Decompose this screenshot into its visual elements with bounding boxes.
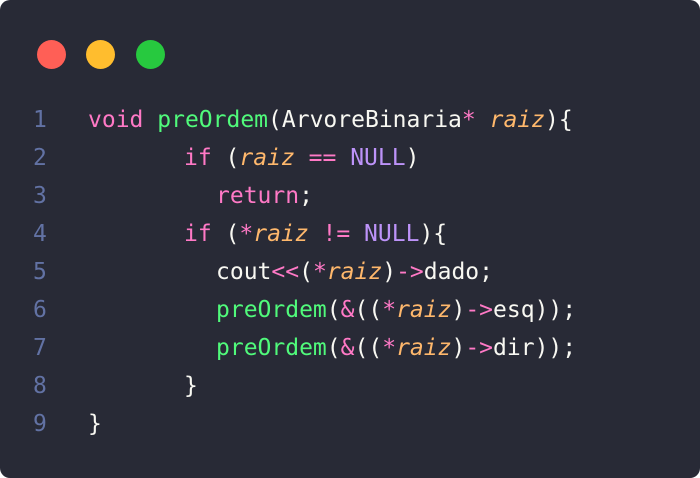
line-number: 3	[33, 183, 47, 209]
code-window: 1 void preOrdem(ArvoreBinaria* raiz){2 if …	[0, 0, 700, 478]
code-token: ;	[299, 183, 313, 209]
code-token: raiz	[396, 335, 452, 361]
code-token: esq	[493, 297, 535, 323]
code-token: preOrdem	[157, 107, 269, 133]
code-line: 2 if (raiz == NULL)	[0, 139, 700, 177]
code-text: }	[184, 367, 198, 405]
code-text: }	[88, 405, 102, 443]
code-text: if (*raiz != NULL){	[184, 215, 447, 253]
code-token: (	[299, 259, 313, 285]
code-line: 3 return;	[0, 177, 700, 215]
close-dot[interactable]	[37, 40, 66, 69]
code-token: ((	[354, 297, 383, 323]
code-token: if	[184, 145, 212, 171]
code-text: if (raiz == NULL)	[184, 139, 419, 177]
code-token: ;	[479, 259, 494, 285]
code-token: )	[405, 145, 420, 171]
code-token: raiz	[489, 107, 545, 133]
code-token: }	[88, 411, 102, 437]
code-token: ){	[545, 107, 573, 133]
code-token: cout	[216, 259, 272, 285]
code-token: raiz	[396, 297, 452, 323]
code-token: ->	[396, 259, 424, 285]
code-token: return	[216, 183, 300, 209]
code-token: NULL	[350, 145, 406, 171]
code-block: 1 void preOrdem(ArvoreBinaria* raiz){2 if …	[0, 101, 700, 443]
code-token: ((	[354, 335, 383, 361]
code-token: NULL	[364, 221, 420, 247]
code-token: ArvoreBinaria	[281, 107, 462, 133]
code-token: ));	[534, 297, 577, 323]
code-text: preOrdem(&((*raiz)->dir));	[216, 329, 576, 367]
line-number: 2	[33, 145, 47, 171]
code-token: raiz	[253, 221, 309, 247]
code-token: *	[239, 221, 254, 247]
code-token: *	[382, 335, 397, 361]
code-token: (	[211, 221, 240, 247]
code-token: preOrdem	[216, 335, 327, 361]
code-token: ->	[465, 297, 494, 323]
code-token: (	[326, 335, 341, 361]
code-line: 1 void preOrdem(ArvoreBinaria* raiz){	[0, 101, 700, 139]
code-token: )	[451, 335, 466, 361]
line-number: 7	[33, 335, 47, 361]
code-token: (	[211, 145, 240, 171]
code-token: preOrdem	[216, 297, 327, 323]
code-token: if	[184, 221, 212, 247]
code-token: (	[268, 107, 282, 133]
code-text: void preOrdem(ArvoreBinaria* raiz){	[88, 101, 573, 139]
code-line: 4 if (*raiz != NULL){	[0, 215, 700, 253]
code-token: )	[382, 259, 397, 285]
code-token: )	[451, 297, 466, 323]
line-number: 6	[33, 297, 47, 323]
code-token: raiz	[239, 145, 295, 171]
code-token: &	[340, 297, 355, 323]
code-line: 5 cout<<(*raiz)->dado;	[0, 253, 700, 291]
code-line: 8}	[0, 367, 700, 405]
line-number: 8	[33, 373, 47, 399]
code-token: (	[326, 297, 341, 323]
code-token: dado	[423, 259, 480, 285]
line-number: 1	[33, 107, 47, 133]
code-token: *	[461, 107, 490, 133]
code-line: 7 preOrdem(&((*raiz)->dir));	[0, 329, 700, 367]
code-token: void	[88, 107, 158, 133]
code-token: ));	[534, 335, 577, 361]
code-line: 9}	[0, 405, 700, 443]
code-token: &	[340, 335, 355, 361]
minimize-dot[interactable]	[86, 40, 115, 69]
code-token: }	[184, 373, 198, 399]
code-text: return;	[216, 177, 313, 215]
code-line: 6 preOrdem(&((*raiz)->esq));	[0, 291, 700, 329]
line-number: 4	[33, 221, 47, 247]
code-token: dir	[493, 335, 535, 361]
code-token: ==	[294, 145, 351, 171]
code-token: <<	[271, 259, 300, 285]
code-token: ->	[465, 335, 494, 361]
line-number: 9	[33, 411, 47, 437]
line-number: 5	[33, 259, 47, 285]
code-text: cout<<(*raiz)->dado;	[216, 253, 493, 291]
maximize-dot[interactable]	[136, 40, 165, 69]
code-token: *	[312, 259, 327, 285]
code-token: *	[382, 297, 397, 323]
code-text: preOrdem(&((*raiz)->esq));	[216, 291, 576, 329]
code-token: ){	[419, 221, 448, 247]
code-token: !=	[308, 221, 365, 247]
code-token: raiz	[326, 259, 383, 285]
